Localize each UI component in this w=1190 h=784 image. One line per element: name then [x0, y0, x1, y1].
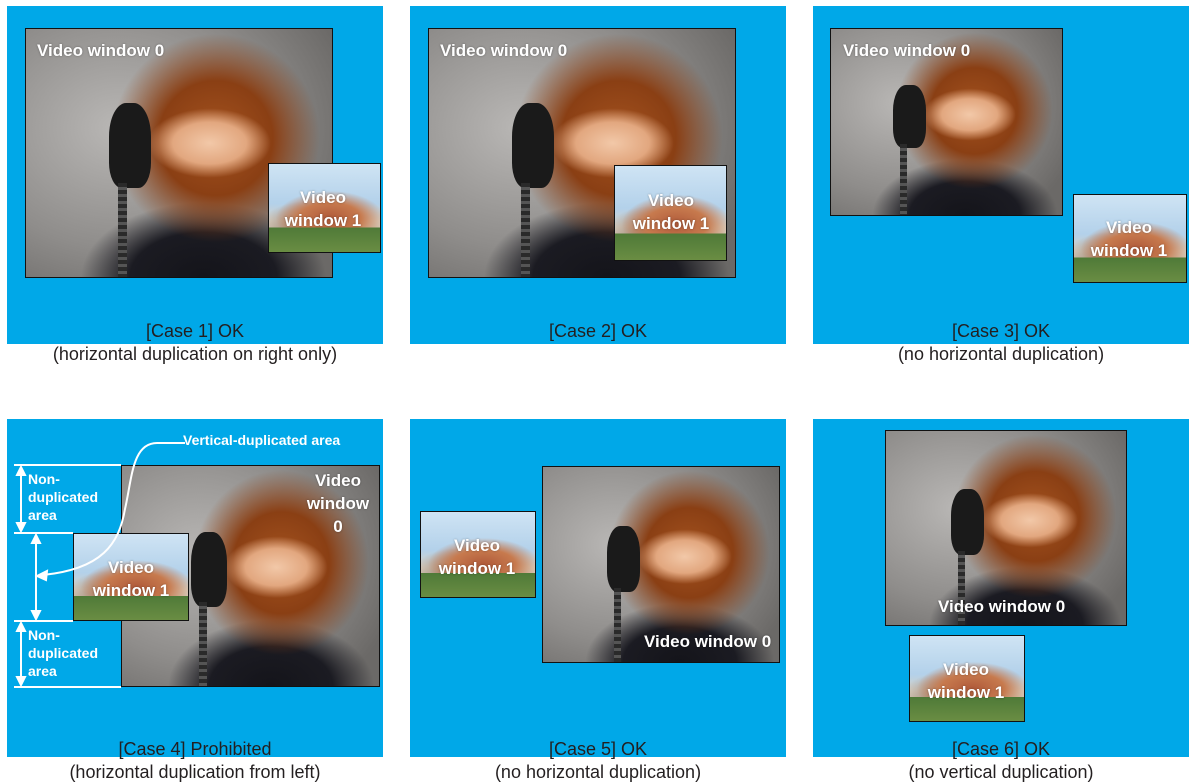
video-window-0-label: Video window 0 [440, 41, 568, 60]
caption-line1: [Case 3] OK [951, 321, 1051, 341]
video-label-line1: Video [300, 188, 346, 207]
non-text: Non- [28, 627, 60, 643]
caption-line2: (horizontal duplication from left) [69, 762, 321, 782]
caption-line1: [Case 5] OK [548, 739, 648, 759]
video-window-1-label: Video window 1 [621, 189, 721, 235]
caption-line2: (no vertical duplication) [908, 762, 1094, 782]
case-4-caption: [Case 4] Prohibited (horizontal duplicat… [7, 738, 383, 784]
case-5-panel: Video window 1 Video window 0 [410, 419, 786, 757]
caption-line2: (no horizontal duplication) [494, 762, 702, 782]
video-label-line2: window 1 [632, 214, 710, 233]
case-6-caption: [Case 6] OK (no vertical duplication) [813, 738, 1189, 784]
video-label-line2: window 1 [438, 559, 516, 578]
video-label-line2: window 1 [284, 211, 362, 230]
video-window-1-label: Video window 1 [427, 534, 527, 580]
case-3-caption: [Case 3] OK (no horizontal duplication) [813, 320, 1189, 366]
video-label-line1: Video [454, 536, 500, 555]
caption-line2: (horizontal duplication on right only) [52, 344, 338, 364]
case-2-panel: Video window 0 Video window 1 [410, 6, 786, 344]
case-4-panel: Video window 0 Video window 1 Vertical-d… [7, 419, 383, 757]
case-1-caption: [Case 1] OK (horizontal duplication on r… [7, 320, 383, 366]
caption-line2: (no horizontal duplication) [897, 344, 1105, 364]
video-window-0-label: Video window 0 [938, 597, 1066, 616]
case-1-panel: Video window 0 Video window 1 [7, 6, 383, 344]
video-window-0-label: Video window 0 [843, 41, 971, 60]
video-label-line1: Video [648, 191, 694, 210]
video-label-line2: window 1 [927, 683, 1005, 702]
caption-line1: [Case 1] OK [145, 321, 245, 341]
video-window-1-label: Video window 1 [273, 186, 373, 232]
caption-line1: [Case 2] OK [548, 321, 648, 341]
duplicated-text: duplicated [28, 489, 99, 505]
caption-line1: [Case 4] Prohibited [118, 739, 272, 759]
video-window-1-label: Video window 1 [1079, 216, 1179, 262]
duplicated-text: duplicated [28, 645, 99, 661]
video-window-0-label: Video window 0 [37, 41, 165, 60]
case-2-caption: [Case 2] OK [410, 320, 786, 343]
area-text: area [28, 507, 57, 523]
case-6-panel: Video window 0 Video window 1 [813, 419, 1189, 757]
non-duplicated-area-bottom-label: Non- duplicated area [28, 626, 98, 680]
non-duplicated-area-top-label: Non- duplicated area [28, 470, 98, 524]
vertical-duplicated-area-label: Vertical-duplicated area [183, 432, 341, 448]
case-5-caption: [Case 5] OK (no horizontal duplication) [410, 738, 786, 784]
video-window-0-label: Video window 0 [644, 632, 772, 651]
area-text: area [28, 663, 57, 679]
video-window-1-label: Video window 1 [916, 658, 1016, 704]
caption-line1: [Case 6] OK [951, 739, 1051, 759]
case-3-panel: Video window 0 Video window 1 [813, 6, 1189, 344]
video-label-line1: Video [1106, 218, 1152, 237]
video-label-line2: window 1 [1090, 241, 1168, 260]
non-text: Non- [28, 471, 60, 487]
video-label-line1: Video [943, 660, 989, 679]
